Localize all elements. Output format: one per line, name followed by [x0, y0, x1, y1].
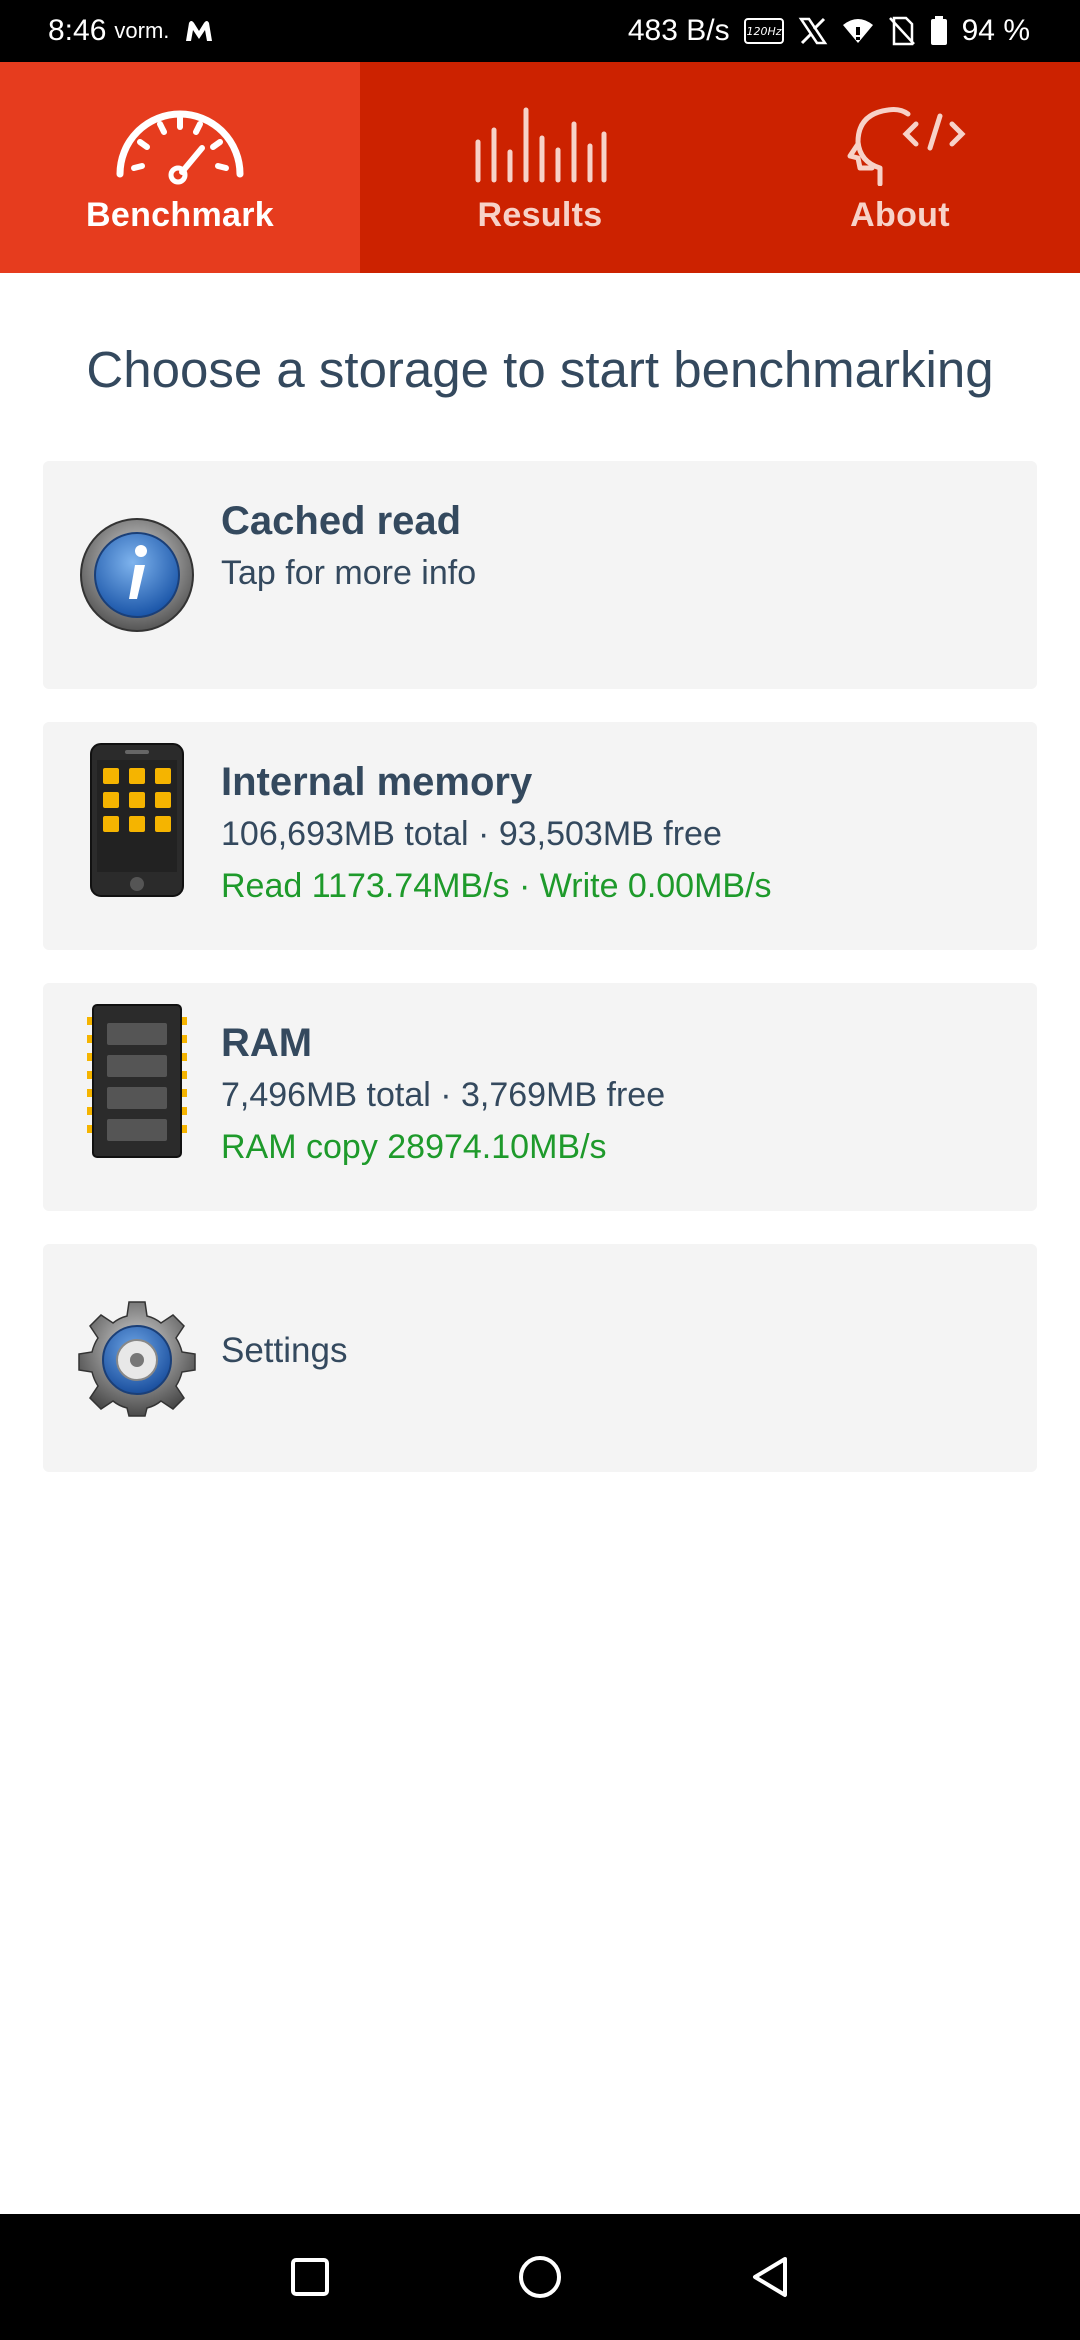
ram-result: RAM copy 28974.10MB/s: [221, 1128, 607, 1166]
settings-label: Settings: [221, 1331, 348, 1370]
circle-icon: [519, 2256, 561, 2298]
speedometer-icon: [116, 110, 244, 185]
status-net-speed: 483 B/s: [627, 14, 730, 47]
settings-card[interactable]: Settings: [43, 1244, 1037, 1472]
phone-icon: [75, 743, 199, 897]
internal-memory-capacity: 106,693MB total · 93,503MB free: [221, 815, 722, 853]
tab-benchmark-label: Benchmark: [86, 196, 274, 234]
status-bar: 8:46 vorm. 483 B/s 120Hz 94 %: [0, 0, 1080, 62]
back-button[interactable]: [740, 2247, 800, 2307]
no-sim-icon: [888, 16, 916, 46]
recents-button[interactable]: [280, 2247, 340, 2307]
internal-memory-result: Read 1173.74MB/s · Write 0.00MB/s: [221, 867, 772, 905]
refresh-rate-icon: 120Hz: [743, 18, 784, 44]
square-icon: [291, 2258, 329, 2296]
page-heading: Choose a storage to start benchmarking: [86, 341, 994, 398]
wifi-icon: [842, 17, 874, 45]
ram-chip-icon: [75, 1004, 199, 1158]
ram-capacity: 7,496MB total · 3,769MB free: [221, 1076, 666, 1114]
home-button[interactable]: [510, 2247, 570, 2307]
tab-about-label: About: [850, 196, 950, 234]
tab-results[interactable]: Results: [360, 62, 720, 273]
internal-memory-card[interactable]: Internal memory 106,693MB total · 93,503…: [43, 722, 1037, 950]
ram-card[interactable]: RAM 7,496MB total · 3,769MB free RAM cop…: [43, 983, 1037, 1211]
tab-bar: Benchmark Results About: [0, 62, 1080, 273]
system-nav-bar: [0, 2214, 1080, 2340]
head-code-icon: [847, 107, 966, 186]
ram-title: RAM: [221, 1021, 313, 1065]
cached-read-subtitle: Tap for more info: [221, 554, 477, 592]
back-triangle-icon: [753, 2257, 787, 2297]
tab-benchmark[interactable]: Benchmark: [0, 62, 360, 273]
tab-about[interactable]: About: [720, 62, 1080, 273]
info-icon: [75, 513, 199, 637]
status-time: 8:46: [48, 14, 107, 47]
tab-results-label: Results: [477, 196, 603, 234]
svg-text:120Hz: 120Hz: [746, 25, 781, 38]
gear-icon: [75, 1296, 199, 1420]
cached-read-title: Cached read: [221, 499, 462, 543]
bars-icon: [475, 107, 607, 183]
battery-icon: [930, 16, 948, 46]
x-app-icon: [798, 17, 828, 45]
cached-read-card[interactable]: Cached read Tap for more info: [43, 461, 1037, 689]
malwarebytes-icon: [183, 17, 215, 45]
status-time-suffix: vorm.: [114, 18, 170, 43]
internal-memory-title: Internal memory: [221, 760, 533, 804]
battery-percent: 94 %: [961, 14, 1030, 47]
